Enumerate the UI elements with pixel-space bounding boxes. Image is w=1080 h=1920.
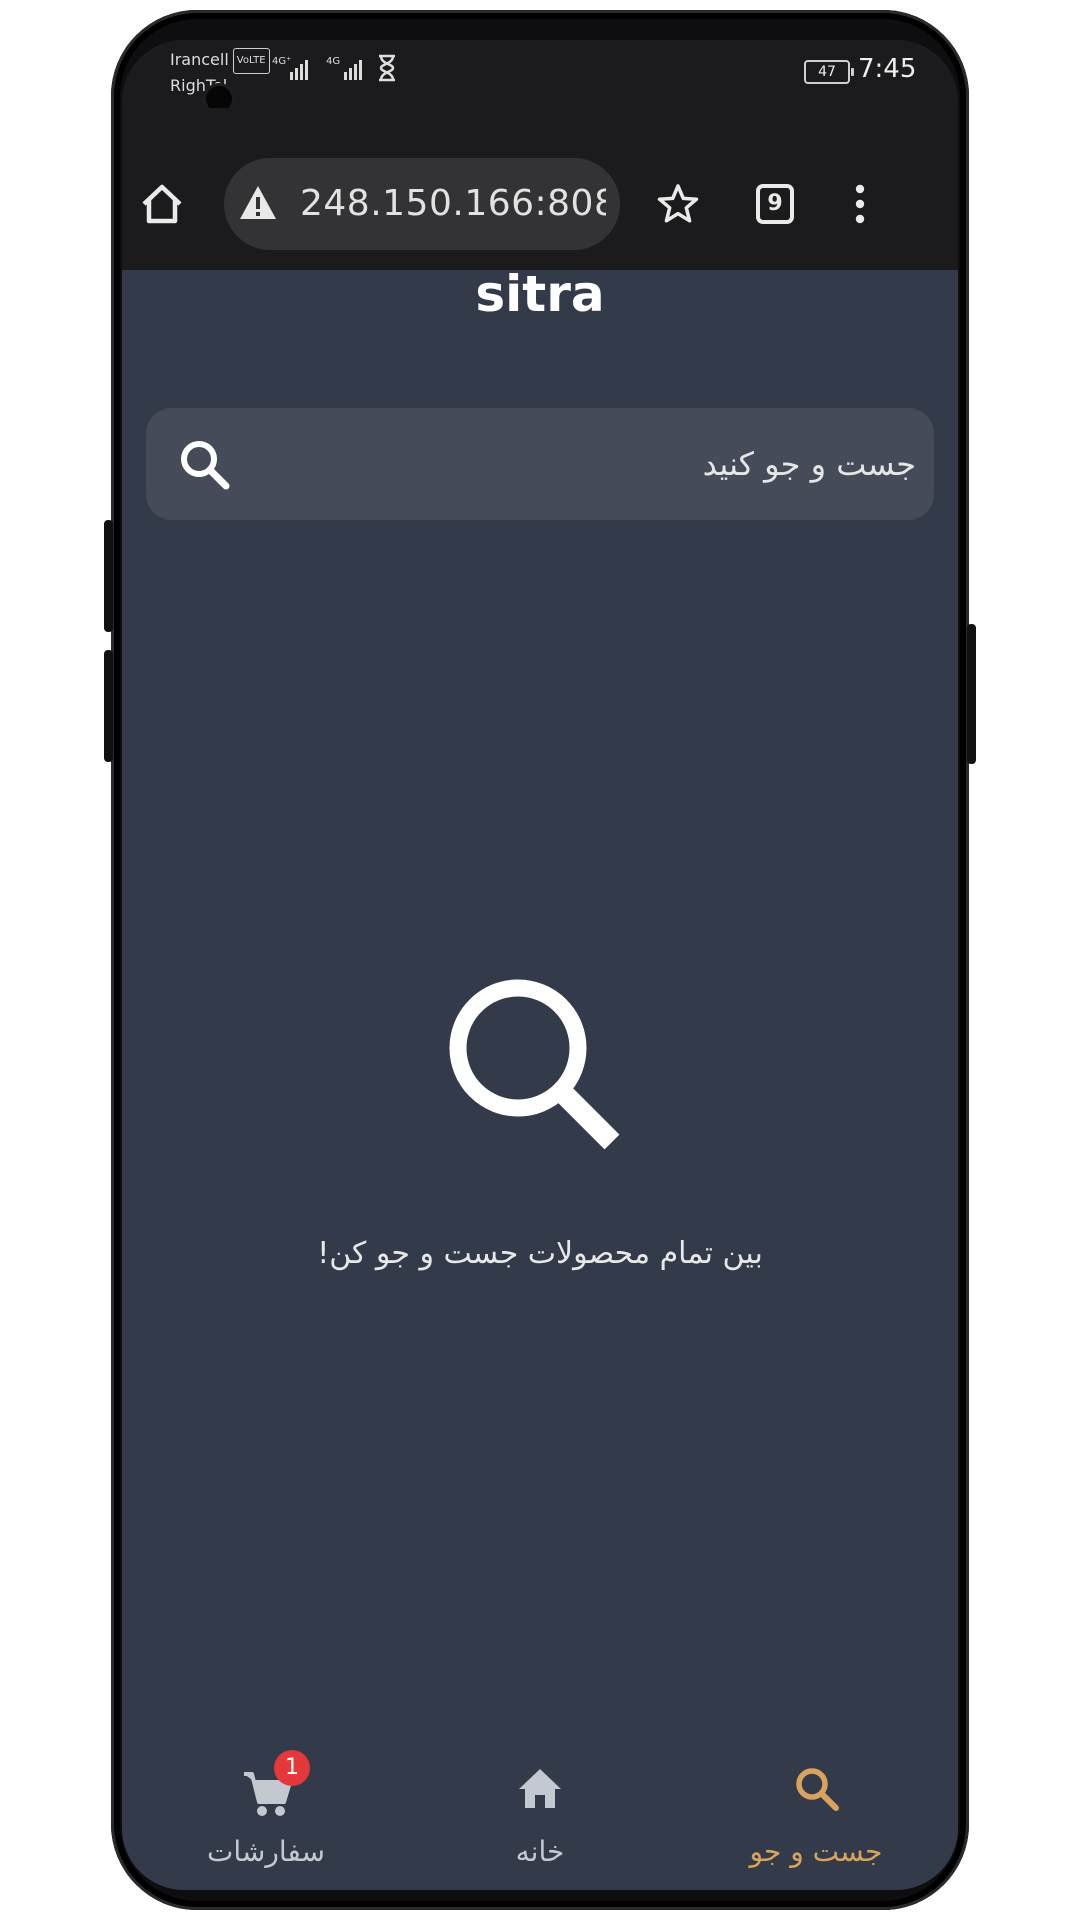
volume-button: [104, 650, 113, 762]
clock: 7:45: [858, 54, 917, 84]
carrier-name: Irancell: [170, 50, 229, 69]
bottom-navigation: 1 سفارشات خانه جست و جو: [122, 1740, 958, 1890]
search-icon[interactable]: [792, 1764, 842, 1814]
home-icon[interactable]: [515, 1764, 565, 1814]
signal-icon: 4G: [326, 56, 362, 80]
nav-label[interactable]: جست و جو: [716, 1835, 916, 1868]
tabs-button[interactable]: 9: [756, 184, 794, 224]
cart-badge: 1: [274, 1750, 310, 1786]
star-icon[interactable]: [656, 182, 700, 226]
volume-button: [104, 520, 113, 632]
empty-state-message: بین تمام محصولات جست و جو کن!: [317, 1236, 763, 1271]
warning-icon[interactable]: [238, 184, 278, 222]
url-text[interactable]: 248.150.166:8081: [300, 158, 606, 250]
screen: Irancell VoLTE RighTel 4G⁺ 4G 47 7:45 24…: [122, 40, 958, 1890]
tab-count: 9: [767, 191, 783, 216]
nav-item-search[interactable]: جست و جو: [716, 1740, 916, 1890]
address-bar[interactable]: 248.150.166:8081: [224, 158, 620, 250]
signal-icon: 4G⁺: [272, 56, 308, 80]
search-icon[interactable]: [176, 436, 234, 494]
nav-label[interactable]: سفارشات: [166, 1835, 366, 1868]
nav-label[interactable]: خانه: [440, 1835, 640, 1868]
app-title: sitra: [475, 265, 605, 323]
search-input[interactable]: جست و جو کنید: [146, 408, 934, 520]
nav-item-home[interactable]: خانه: [440, 1740, 640, 1890]
more-icon[interactable]: [852, 182, 868, 226]
hourglass-icon: [379, 54, 395, 82]
network-type: 4G⁺: [272, 56, 291, 67]
status-bar: Irancell VoLTE RighTel 4G⁺ 4G 47 7:45: [122, 40, 958, 108]
power-button: [967, 624, 976, 764]
volte-badge: VoLTE: [232, 48, 270, 74]
battery-indicator: 47: [804, 60, 854, 84]
nav-item-orders[interactable]: 1 سفارشات: [166, 1740, 366, 1890]
search-placeholder[interactable]: جست و جو کنید: [703, 408, 916, 520]
network-type: 4G: [326, 56, 340, 67]
home-icon[interactable]: [138, 180, 186, 228]
browser-toolbar: 248.150.166:8081 9: [122, 108, 958, 270]
search-icon: [449, 979, 620, 1150]
